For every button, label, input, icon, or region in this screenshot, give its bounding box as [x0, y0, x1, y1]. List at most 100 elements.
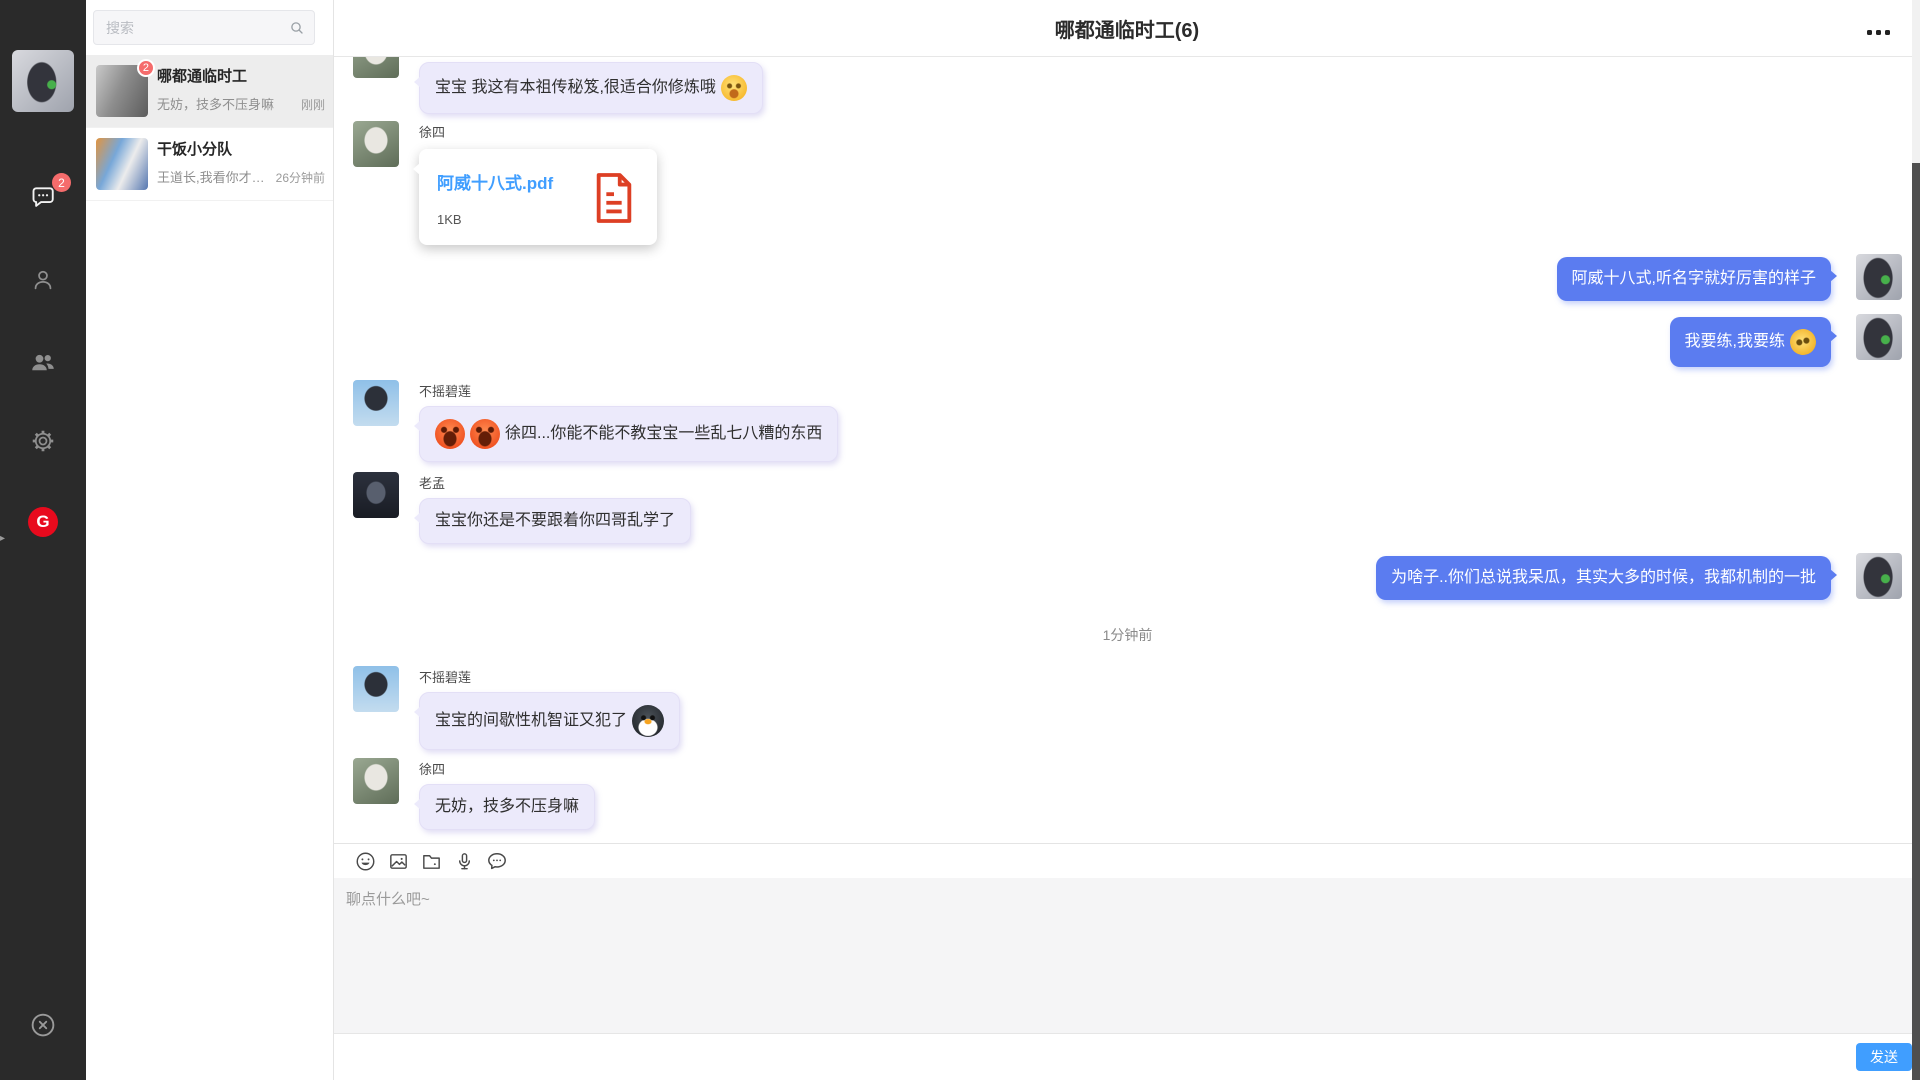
sidebar-item-chats[interactable]: 2: [0, 182, 86, 212]
hug-emoji: [721, 75, 747, 101]
sidebar-item-settings[interactable]: [0, 427, 86, 455]
xusi-avatar[interactable]: [353, 121, 399, 167]
send-row: 发送: [334, 1033, 1920, 1080]
conversation-item-nadoutong[interactable]: 2 哪都通临时工 无妨，技多不压身嘛 刚刚: [86, 55, 333, 128]
settings-gear-icon: [29, 427, 57, 455]
blank-face-emoji: [1787, 326, 1819, 358]
message-row: 我要练,我要练: [353, 314, 1902, 367]
sidebar-item-groups[interactable]: [0, 347, 86, 377]
file-size: 1KB: [437, 212, 553, 227]
unread-badge: 2: [52, 173, 71, 192]
group-avatar: [96, 138, 148, 190]
chat-panel: 哪都通临时工(6) 宝宝 我这有本祖传秘笈,很适合你修炼哦 徐四: [334, 0, 1920, 1080]
quit-button[interactable]: [0, 1010, 86, 1040]
message-bubble: 徐四...你能不能不教宝宝一些乱七八糟的东西: [419, 406, 838, 462]
panel-collapse-arrow[interactable]: ▸: [0, 528, 8, 548]
sender-name: 老孟: [419, 477, 445, 490]
conversation-list-panel: 搜索 2 哪都通临时工 无妨，技多不压身嘛 刚刚 干饭: [86, 0, 334, 1080]
chat-history-icon[interactable]: [485, 849, 509, 873]
message-bubble: 阿威十八式,听名字就好厉害的样子: [1557, 257, 1831, 301]
conversation-time: 26分钟前: [276, 169, 325, 186]
baobao-avatar[interactable]: [1856, 553, 1902, 599]
message-row: 徐四 无妨，技多不压身嘛: [353, 758, 1902, 830]
conversation-time: 刚刚: [301, 96, 325, 113]
message-row: 不摇碧莲 宝宝的间歇性机智证又犯了: [353, 666, 1902, 750]
file-info: 阿威十八式.pdf 1KB: [437, 169, 553, 227]
conversation-item-ganfan[interactable]: 干饭小分队 王道长,我看你才… 26分钟前: [86, 128, 333, 201]
penguin-emoji: [632, 705, 664, 737]
pdf-file-icon: [591, 171, 637, 225]
message-bubble: 宝宝的间歇性机智证又犯了: [419, 692, 680, 750]
sender-name: 不摇碧莲: [419, 385, 471, 398]
buyaobilian-avatar[interactable]: [353, 380, 399, 426]
message-input[interactable]: 聊点什么吧~: [334, 878, 1920, 1033]
message-text: 阿威十八式,听名字就好厉害的样子: [1572, 269, 1816, 289]
sender-name: 徐四: [419, 126, 445, 139]
user-avatar[interactable]: [12, 50, 74, 112]
logo-letter: G: [36, 512, 49, 532]
message-bubble: 无妨，技多不压身嘛: [419, 784, 595, 830]
buyaobilian-avatar[interactable]: [353, 666, 399, 712]
send-button[interactable]: 发送: [1856, 1043, 1912, 1071]
baobao-avatar[interactable]: [1856, 254, 1902, 300]
message-row: 徐四 阿威十八式.pdf 1KB: [353, 121, 1902, 245]
conversation-title: 哪都通临时工: [157, 69, 325, 84]
conversation-unread-badge: 2: [137, 59, 155, 77]
image-icon[interactable]: [386, 849, 410, 873]
message-bubble: 为啥子..你们总说我呆瓜，其实大多的时候，我都机制的一批: [1376, 556, 1831, 600]
file-attachment[interactable]: 阿威十八式.pdf 1KB: [419, 149, 657, 245]
message-row: 阿威十八式,听名字就好厉害的样子: [353, 254, 1902, 301]
message-scroll-area[interactable]: 宝宝 我这有本祖传秘笈,很适合你修炼哦 徐四 阿威十八式.pdf 1KB: [334, 57, 1912, 843]
baobao-avatar[interactable]: [1856, 314, 1902, 360]
time-divider: 1分钟前: [353, 625, 1902, 645]
message-text: 宝宝的间歇性机智证又犯了: [435, 711, 627, 731]
message-row: 老孟 宝宝你还是不要跟着你四哥乱学了: [353, 472, 1902, 544]
scrollbar-track[interactable]: [1912, 0, 1920, 1080]
contacts-icon: [29, 266, 57, 294]
search-row: 搜索: [86, 0, 333, 55]
chat-app-window: 2: [0, 0, 1920, 1080]
conversation-body: 哪都通临时工 无妨，技多不压身嘛 刚刚: [157, 69, 325, 113]
scrollbar-thumb[interactable]: [1912, 163, 1920, 1080]
chat-header: 哪都通临时工(6): [334, 0, 1920, 57]
message-bubble: 我要练,我要练: [1670, 317, 1831, 367]
message-text: 宝宝 我这有本祖传秘笈,很适合你修炼哦: [435, 78, 716, 98]
sender-name: 不摇碧莲: [419, 671, 471, 684]
group-avatar: 2: [96, 65, 148, 117]
app-rail: 2: [0, 0, 86, 1080]
message-bubble: 宝宝你还是不要跟着你四哥乱学了: [419, 498, 691, 544]
message-text: 无妨，技多不压身嘛: [435, 797, 579, 817]
search-placeholder: 搜索: [106, 18, 134, 38]
chat-title: 哪都通临时工(6): [1055, 14, 1199, 43]
voice-icon[interactable]: [452, 849, 476, 873]
rage-emoji: [435, 419, 465, 449]
message-text: 为啥子..你们总说我呆瓜，其实大多的时候，我都机制的一批: [1391, 568, 1816, 588]
rage-emoji: [470, 419, 500, 449]
message-bubble: 宝宝 我这有本祖传秘笈,很适合你修炼哦: [419, 62, 763, 114]
search-icon[interactable]: [289, 20, 305, 36]
composer-toolbar: [334, 844, 1920, 878]
conversation-title: 干饭小分队: [157, 142, 325, 157]
message-text: 徐四...你能不能不教宝宝一些乱七八糟的东西: [505, 424, 822, 444]
file-name: 阿威十八式.pdf: [437, 169, 553, 194]
emoji-picker-icon[interactable]: [353, 849, 377, 873]
composer: 聊点什么吧~ 发送: [334, 843, 1920, 1080]
laomeng-avatar[interactable]: [353, 472, 399, 518]
close-icon: [28, 1010, 58, 1040]
xusi-avatar[interactable]: [353, 57, 399, 78]
message-text: 宝宝你还是不要跟着你四哥乱学了: [435, 511, 675, 531]
groups-icon: [28, 347, 58, 377]
xusi-avatar[interactable]: [353, 758, 399, 804]
conversation-body: 干饭小分队 王道长,我看你才… 26分钟前: [157, 142, 325, 186]
message-input-placeholder: 聊点什么吧~: [346, 891, 430, 908]
message-text: 我要练,我要练: [1685, 332, 1785, 352]
sidebar-item-contacts[interactable]: [0, 266, 86, 294]
g-logo-icon: G: [28, 507, 58, 537]
conversation-preview: 无妨，技多不压身嘛: [157, 94, 274, 113]
sidebar-item-logo[interactable]: G: [0, 507, 86, 537]
more-menu-icon[interactable]: [1863, 26, 1894, 39]
message-row: 为啥子..你们总说我呆瓜，其实大多的时候，我都机制的一批: [353, 553, 1902, 600]
folder-icon[interactable]: [419, 849, 443, 873]
search-input[interactable]: 搜索: [93, 10, 315, 45]
conversation-preview: 王道长,我看你才…: [157, 167, 265, 186]
